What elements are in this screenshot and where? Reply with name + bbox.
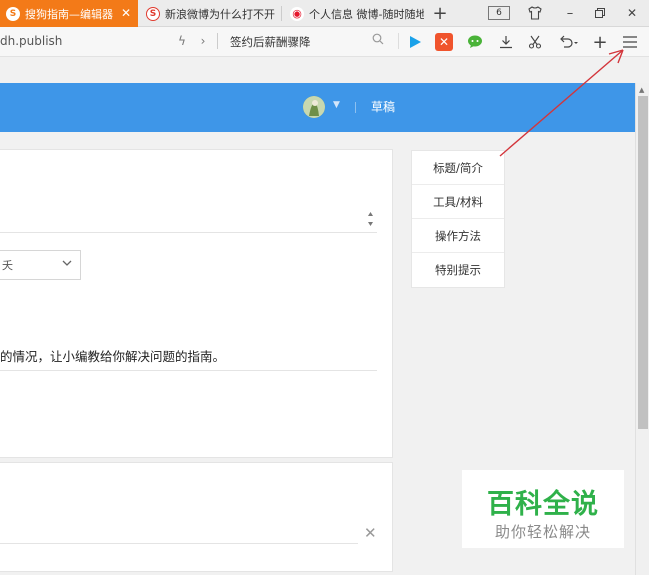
search-box[interactable]: 签约后薪酬骤降	[226, 32, 394, 51]
input-underline[interactable]	[0, 543, 358, 544]
scroll-up-icon[interactable]: ▲	[639, 86, 644, 94]
tools-panel: ✕	[0, 462, 393, 572]
tab-label: 个人信息 微博-随时随地	[309, 7, 424, 21]
shirt-icon[interactable]	[525, 3, 545, 23]
description-text[interactable]: 的情况，让小编教给你解决问题的指南。	[0, 346, 225, 365]
nav-item-method[interactable]: 操作方法	[412, 219, 504, 253]
play-icon[interactable]	[406, 33, 424, 51]
new-tab-button[interactable]: +	[428, 2, 452, 24]
drafts-link[interactable]: 草稿	[371, 98, 395, 115]
tab-weibo-question[interactable]: S 新浪微博为什么打不开	[140, 0, 280, 27]
tab-label: 搜狗指南—编辑器	[25, 7, 113, 21]
select-value: 夭	[2, 259, 13, 272]
search-icon[interactable]	[372, 33, 384, 48]
tab-label: 新浪微博为什么打不开	[165, 7, 275, 21]
tab-bar: S 搜狗指南—编辑器 ✕ S 新浪微博为什么打不开 ◉ 个人信息 微博-随时随地…	[0, 0, 649, 27]
translate-icon[interactable]: ✕	[435, 33, 453, 51]
minimize-button[interactable]: –	[560, 3, 580, 23]
divider	[355, 102, 356, 113]
page-scrollbar[interactable]: ▲	[635, 83, 649, 575]
url-field[interactable]: dh.publish	[0, 34, 62, 48]
restore-button[interactable]	[590, 3, 610, 23]
chevron-down-icon[interactable]: ▼	[333, 100, 340, 110]
watermark-subtitle: 助你轻松解决	[494, 523, 591, 541]
tab-weibo-profile[interactable]: ◉ 个人信息 微博-随时随地	[284, 0, 424, 27]
close-tab-icon[interactable]: ✕	[121, 6, 131, 20]
sogou-icon: S	[6, 6, 20, 21]
nav-item-tips[interactable]: 特别提示	[412, 253, 504, 287]
divider	[217, 33, 218, 49]
title-textarea[interactable]	[0, 205, 377, 233]
tab-count-badge[interactable]: 6	[488, 6, 510, 20]
close-window-button[interactable]: ✕	[622, 3, 642, 23]
description-underline	[0, 370, 377, 371]
weibo-icon: ◉	[290, 6, 304, 21]
chevron-down-icon	[62, 257, 72, 271]
avatar[interactable]	[303, 96, 325, 118]
chat-icon[interactable]	[466, 33, 484, 51]
lightning-icon[interactable]: ϟ	[175, 33, 189, 49]
textarea-spinner[interactable]	[365, 207, 376, 231]
watermark-title: 百科全说	[487, 489, 599, 520]
editor-main-panel: 夭 的情况，让小编教给你解决问题的指南。	[0, 149, 393, 458]
close-icon[interactable]: ✕	[364, 524, 377, 542]
tab-divider	[281, 6, 282, 21]
nav-item-tools[interactable]: 工具/材料	[412, 185, 504, 219]
category-select[interactable]: 夭	[0, 250, 81, 280]
scrollbar-thumb[interactable]	[638, 96, 648, 429]
section-nav: 标题/简介 工具/材料 操作方法 特别提示	[411, 150, 505, 288]
divider	[398, 33, 399, 49]
chevron-right-icon[interactable]: ›	[196, 33, 210, 49]
annotation-arrow	[499, 49, 624, 157]
sogou-icon: S	[146, 6, 160, 21]
search-input[interactable]: 签约后薪酬骤降	[230, 34, 311, 50]
watermark-logo: 百科全说 助你轻松解决	[462, 470, 624, 548]
tab-editor[interactable]: S 搜狗指南—编辑器 ✕	[0, 0, 138, 27]
